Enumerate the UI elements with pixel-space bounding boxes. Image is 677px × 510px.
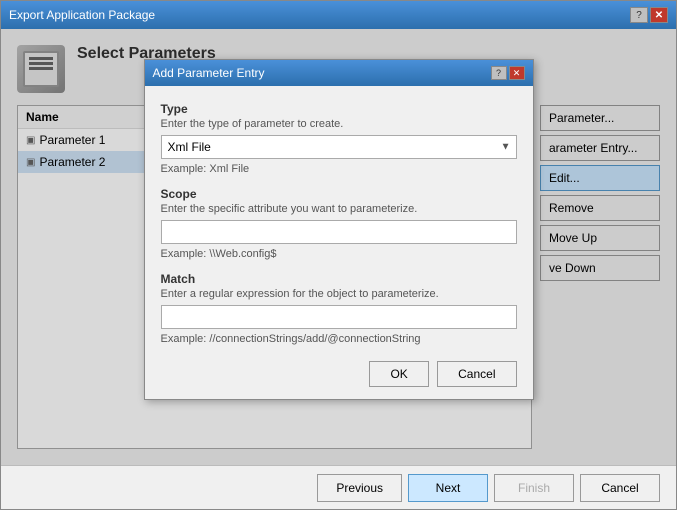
type-description: Enter the type of parameter to create.: [161, 118, 517, 130]
scope-description: Enter the specific attribute you want to…: [161, 203, 517, 215]
main-titlebar: Export Application Package ? ✕: [1, 1, 676, 29]
match-example: Example: //connectionStrings/add/@connec…: [161, 333, 517, 345]
match-input[interactable]: [161, 305, 517, 329]
main-titlebar-buttons: ? ✕: [630, 7, 668, 23]
dialog-title: Add Parameter Entry: [153, 66, 265, 80]
main-content: Select Parameters Name ▣ Parameter 1 ▣ P…: [1, 29, 676, 465]
main-close-button[interactable]: ✕: [650, 7, 668, 23]
dialog-titlebar: Add Parameter Entry ? ✕: [145, 60, 533, 86]
dialog-ok-button[interactable]: OK: [369, 361, 429, 387]
type-example: Example: Xml File: [161, 163, 517, 175]
finish-button[interactable]: Finish: [494, 474, 574, 502]
cancel-button[interactable]: Cancel: [580, 474, 660, 502]
scope-example: Example: \\Web.config$: [161, 248, 517, 260]
type-select[interactable]: Xml File Xml Attribute Text: [161, 135, 517, 159]
main-window-title: Export Application Package: [9, 8, 155, 22]
next-button[interactable]: Next: [408, 474, 488, 502]
scope-input[interactable]: [161, 220, 517, 244]
main-help-button[interactable]: ?: [630, 7, 648, 23]
match-description: Enter a regular expression for the objec…: [161, 288, 517, 300]
scope-section: Scope Enter the specific attribute you w…: [161, 187, 517, 260]
type-label: Type: [161, 102, 517, 116]
match-section: Match Enter a regular expression for the…: [161, 272, 517, 345]
modal-overlay: Add Parameter Entry ? ✕ Type Enter the t…: [1, 29, 676, 465]
scope-label: Scope: [161, 187, 517, 201]
previous-button[interactable]: Previous: [317, 474, 402, 502]
main-window: Export Application Package ? ✕ Select Pa…: [0, 0, 677, 510]
dialog-help-button[interactable]: ?: [491, 66, 507, 80]
dialog-body: Type Enter the type of parameter to crea…: [145, 86, 533, 361]
type-select-wrapper: Xml File Xml Attribute Text: [161, 135, 517, 159]
dialog-titlebar-buttons: ? ✕: [491, 66, 525, 80]
dialog-cancel-button[interactable]: Cancel: [437, 361, 516, 387]
type-section: Type Enter the type of parameter to crea…: [161, 102, 517, 175]
match-label: Match: [161, 272, 517, 286]
add-parameter-dialog: Add Parameter Entry ? ✕ Type Enter the t…: [144, 59, 534, 400]
bottom-navigation: Previous Next Finish Cancel: [1, 465, 676, 509]
dialog-footer: OK Cancel: [145, 361, 533, 399]
dialog-close-button[interactable]: ✕: [509, 66, 525, 80]
